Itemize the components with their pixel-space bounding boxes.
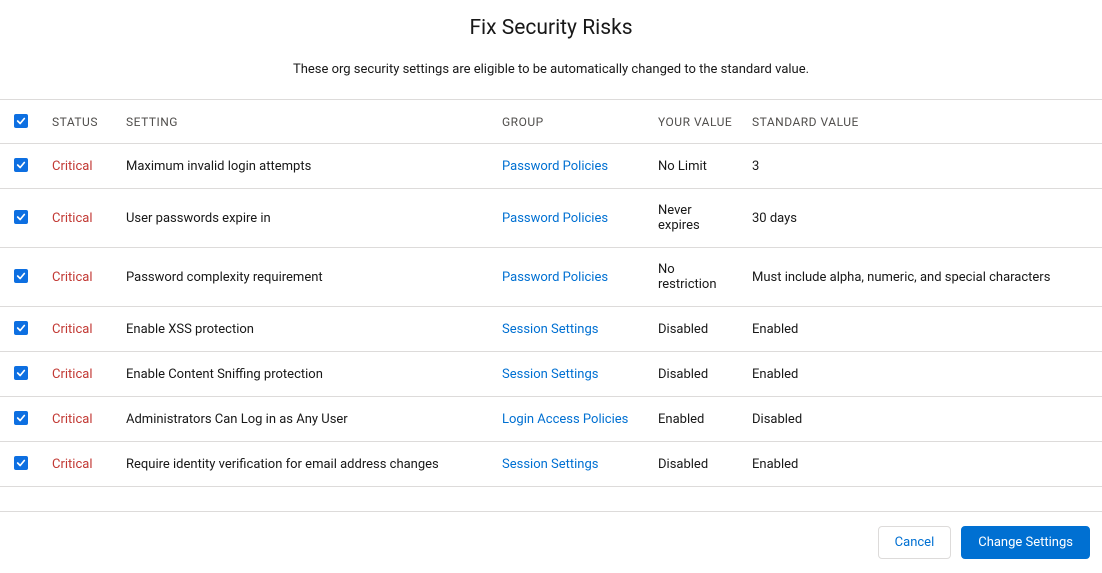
row-group-link[interactable]: Password Policies [502,211,608,226]
check-icon [16,368,26,378]
row-group-link[interactable]: Password Policies [502,270,608,285]
row-checkbox[interactable] [14,411,28,425]
security-risks-table: STATUS SETTING GROUP YOUR VALUE STANDARD… [0,99,1102,487]
table-row: CriticalUser passwords expire in Password… [0,189,1102,248]
dialog-subtitle: These org security settings are eligible… [0,62,1102,77]
check-icon [16,458,26,468]
check-icon [16,160,26,170]
row-checkbox-cell [0,397,44,442]
table-row: CriticalPassword complexity requirement P… [0,248,1102,307]
row-status: Critical [44,189,118,248]
row-status: Critical [44,352,118,397]
row-setting: Password complexity requirement [118,248,494,307]
row-checkbox[interactable] [14,158,28,172]
check-icon [16,212,26,222]
cancel-button[interactable]: Cancel [878,526,952,559]
row-checkbox-cell [0,442,44,487]
row-setting: Require identity verification for email … [118,442,494,487]
header-standard-value: STANDARD VALUE [744,100,1102,144]
row-checkbox-cell [0,352,44,397]
dialog-header: Fix Security Risks These org security se… [0,0,1102,77]
header-setting: SETTING [118,100,494,144]
check-icon [16,271,26,281]
row-status: Critical [44,442,118,487]
row-checkbox-cell [0,144,44,189]
table-row: CriticalRequire identity verification fo… [0,442,1102,487]
row-status: Critical [44,307,118,352]
row-setting: Enable XSS protection [118,307,494,352]
check-icon [16,413,26,423]
header-group: GROUP [494,100,650,144]
row-group-link[interactable]: Session Settings [502,457,598,472]
row-standard-value: 3 [744,144,1102,189]
header-status: STATUS [44,100,118,144]
row-your-value: Disabled [650,352,744,397]
select-all-checkbox[interactable] [14,114,28,128]
row-status: Critical [44,397,118,442]
row-your-value: Never expires [650,189,744,248]
row-status: Critical [44,248,118,307]
row-your-value: Enabled [650,397,744,442]
row-checkbox-cell [0,248,44,307]
row-group-link[interactable]: Login Access Policies [502,412,628,427]
row-standard-value: Enabled [744,352,1102,397]
row-your-value: Disabled [650,307,744,352]
row-setting: Enable Content Sniffing protection [118,352,494,397]
row-setting: Maximum invalid login attempts [118,144,494,189]
table-row: CriticalEnable Content Sniffing protecti… [0,352,1102,397]
row-checkbox[interactable] [14,366,28,380]
row-standard-value: Disabled [744,397,1102,442]
table-row: CriticalAdministrators Can Log in as Any… [0,397,1102,442]
row-setting: Administrators Can Log in as Any User [118,397,494,442]
row-group-link[interactable]: Password Policies [502,159,608,174]
check-icon [16,323,26,333]
row-checkbox[interactable] [14,210,28,224]
dialog-footer: Cancel Change Settings [0,511,1102,573]
row-status: Critical [44,144,118,189]
table-row: CriticalEnable XSS protection Session Set… [0,307,1102,352]
row-your-value: Disabled [650,442,744,487]
header-select-all [0,100,44,144]
table-row: CriticalMaximum invalid login attempts Pa… [0,144,1102,189]
check-icon [16,116,26,126]
row-standard-value: Must include alpha, numeric, and special… [744,248,1102,307]
table-header-row: STATUS SETTING GROUP YOUR VALUE STANDARD… [0,100,1102,144]
row-setting: User passwords expire in [118,189,494,248]
row-checkbox-cell [0,307,44,352]
row-checkbox[interactable] [14,321,28,335]
row-standard-value: 30 days [744,189,1102,248]
dialog-title: Fix Security Risks [0,16,1102,40]
row-checkbox[interactable] [14,269,28,283]
row-group-link[interactable]: Session Settings [502,322,598,337]
row-group-link[interactable]: Session Settings [502,367,598,382]
change-settings-button[interactable]: Change Settings [961,526,1090,559]
header-your-value: YOUR VALUE [650,100,744,144]
row-standard-value: Enabled [744,442,1102,487]
row-standard-value: Enabled [744,307,1102,352]
row-your-value: No restriction [650,248,744,307]
row-your-value: No Limit [650,144,744,189]
row-checkbox-cell [0,189,44,248]
row-checkbox[interactable] [14,456,28,470]
